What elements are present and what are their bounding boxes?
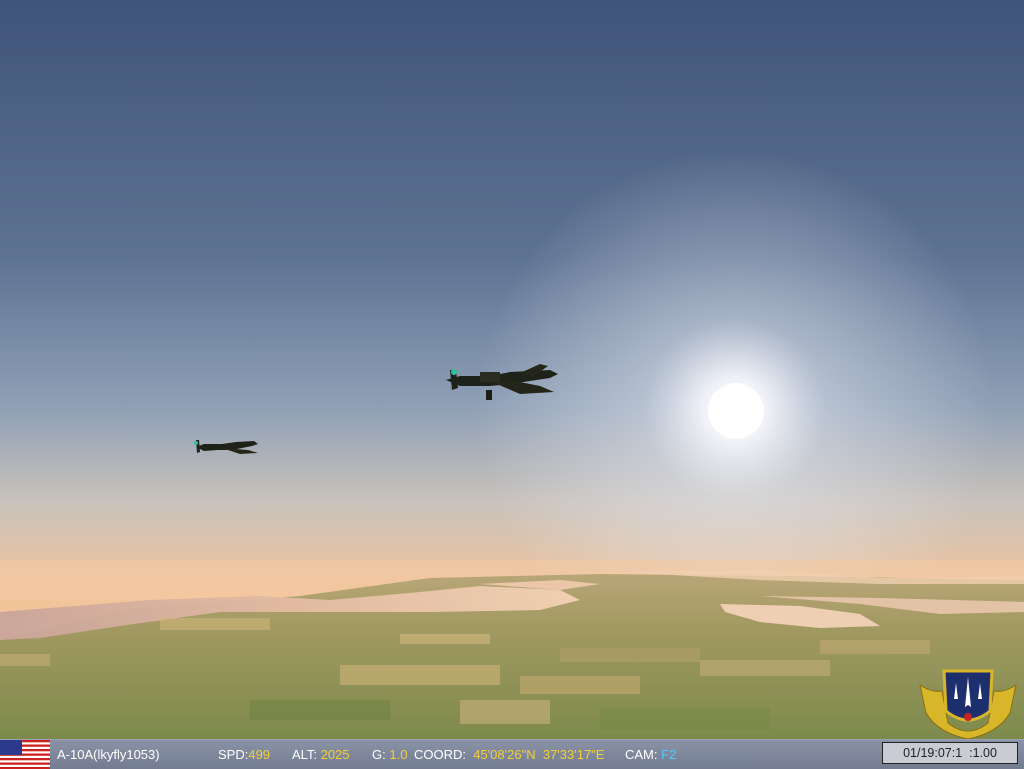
squadron-emblem-icon (919, 669, 1017, 739)
coord-readout: COORD: 45'08'26"N 37'33'17"E (414, 747, 604, 763)
mission-clock: 01/19:07:1 :1.00 (882, 742, 1018, 764)
hud-status-bar: A-10A(lkyfly1053) SPD:499 ALT: 2025 G: 1… (0, 739, 1024, 769)
altitude-value: 2025 (320, 747, 350, 762)
camera-value: F2 (661, 747, 677, 762)
g-value: 1.0 (389, 747, 408, 762)
camera-label: CAM: (625, 747, 658, 762)
altitude-label: ALT: (292, 747, 318, 762)
speed-readout: SPD:499 (218, 747, 270, 763)
speed-label: SPD: (218, 747, 249, 762)
speed-value: 499 (248, 747, 271, 762)
altitude-readout: ALT: 2025 (292, 747, 350, 763)
g-label: G: (372, 747, 386, 762)
coord-label: COORD: (414, 747, 466, 762)
aircraft-label: A-10A(lkyfly1053) (57, 747, 160, 762)
longitude-value: 37'33'17"E (542, 747, 605, 762)
g-readout: G: 1.0 (372, 747, 407, 763)
us-flag-icon (0, 740, 50, 769)
flight-view (0, 0, 1024, 740)
latitude-value: 45'08'26"N (473, 747, 536, 762)
camera-readout: CAM: F2 (625, 747, 676, 763)
sun (708, 383, 764, 439)
